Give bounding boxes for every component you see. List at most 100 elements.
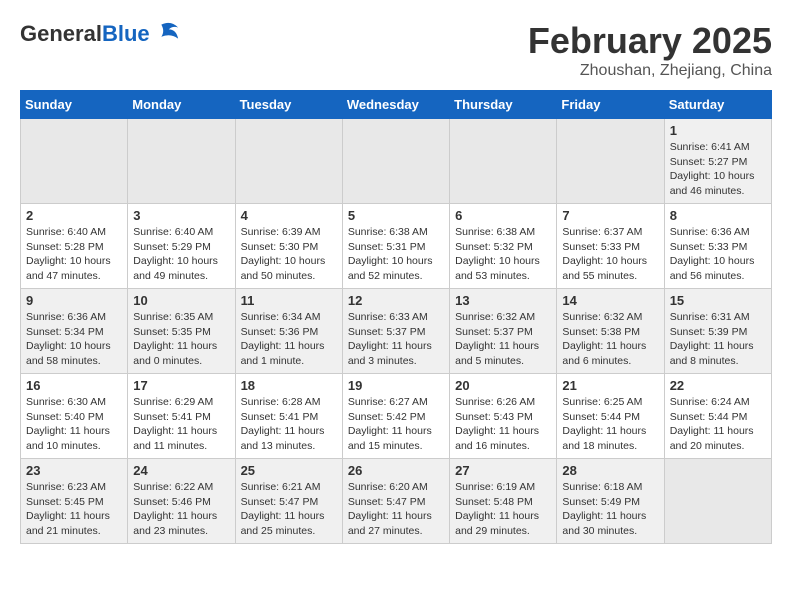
day-number: 13 <box>455 293 551 308</box>
day-number: 28 <box>562 463 658 478</box>
weekday-header-thursday: Thursday <box>450 91 557 119</box>
calendar-day-cell: 18 Sunrise: 6:28 AM Sunset: 5:41 PM Dayli… <box>235 374 342 459</box>
calendar-day-cell: 28 Sunrise: 6:18 AM Sunset: 5:49 PM Dayli… <box>557 459 664 544</box>
day-info: Sunrise: 6:28 AM Sunset: 5:41 PM Dayligh… <box>241 395 337 454</box>
day-info: Sunrise: 6:25 AM Sunset: 5:44 PM Dayligh… <box>562 395 658 454</box>
weekday-header-row: SundayMondayTuesdayWednesdayThursdayFrid… <box>21 91 772 119</box>
day-number: 23 <box>26 463 122 478</box>
calendar-day-cell: 15 Sunrise: 6:31 AM Sunset: 5:39 PM Dayli… <box>664 289 771 374</box>
day-info: Sunrise: 6:34 AM Sunset: 5:36 PM Dayligh… <box>241 310 337 369</box>
logo-icon <box>152 20 180 48</box>
calendar-day-cell: 20 Sunrise: 6:26 AM Sunset: 5:43 PM Dayli… <box>450 374 557 459</box>
day-info: Sunrise: 6:27 AM Sunset: 5:42 PM Dayligh… <box>348 395 444 454</box>
day-info: Sunrise: 6:32 AM Sunset: 5:37 PM Dayligh… <box>455 310 551 369</box>
weekday-header-monday: Monday <box>128 91 235 119</box>
day-number: 8 <box>670 208 766 223</box>
month-year-title: February 2025 <box>528 20 772 62</box>
day-info: Sunrise: 6:19 AM Sunset: 5:48 PM Dayligh… <box>455 480 551 539</box>
day-number: 17 <box>133 378 229 393</box>
day-info: Sunrise: 6:40 AM Sunset: 5:29 PM Dayligh… <box>133 225 229 284</box>
day-number: 16 <box>26 378 122 393</box>
calendar-day-cell: 26 Sunrise: 6:20 AM Sunset: 5:47 PM Dayli… <box>342 459 449 544</box>
day-info: Sunrise: 6:18 AM Sunset: 5:49 PM Dayligh… <box>562 480 658 539</box>
day-info: Sunrise: 6:39 AM Sunset: 5:30 PM Dayligh… <box>241 225 337 284</box>
calendar-day-cell: 9 Sunrise: 6:36 AM Sunset: 5:34 PM Daylig… <box>21 289 128 374</box>
calendar-day-cell: 14 Sunrise: 6:32 AM Sunset: 5:38 PM Dayli… <box>557 289 664 374</box>
day-info: Sunrise: 6:21 AM Sunset: 5:47 PM Dayligh… <box>241 480 337 539</box>
day-number: 7 <box>562 208 658 223</box>
day-info: Sunrise: 6:36 AM Sunset: 5:34 PM Dayligh… <box>26 310 122 369</box>
calendar-day-cell: 3 Sunrise: 6:40 AM Sunset: 5:29 PM Daylig… <box>128 204 235 289</box>
calendar-day-cell: 24 Sunrise: 6:22 AM Sunset: 5:46 PM Dayli… <box>128 459 235 544</box>
day-number: 12 <box>348 293 444 308</box>
calendar-day-cell: 13 Sunrise: 6:32 AM Sunset: 5:37 PM Dayli… <box>450 289 557 374</box>
calendar-week-row: 9 Sunrise: 6:36 AM Sunset: 5:34 PM Daylig… <box>21 289 772 374</box>
day-info: Sunrise: 6:37 AM Sunset: 5:33 PM Dayligh… <box>562 225 658 284</box>
day-info: Sunrise: 6:20 AM Sunset: 5:47 PM Dayligh… <box>348 480 444 539</box>
day-info: Sunrise: 6:26 AM Sunset: 5:43 PM Dayligh… <box>455 395 551 454</box>
calendar-day-cell: 8Sunrise: 6:36 AM Sunset: 5:33 PM Daylig… <box>664 204 771 289</box>
calendar-week-row: 16 Sunrise: 6:30 AM Sunset: 5:40 PM Dayli… <box>21 374 772 459</box>
logo-blue-text: Blue <box>102 21 150 46</box>
calendar-day-cell: 22 Sunrise: 6:24 AM Sunset: 5:44 PM Dayli… <box>664 374 771 459</box>
calendar-day-cell: 2 Sunrise: 6:40 AM Sunset: 5:28 PM Daylig… <box>21 204 128 289</box>
weekday-header-friday: Friday <box>557 91 664 119</box>
calendar-day-cell <box>128 119 235 204</box>
day-number: 3 <box>133 208 229 223</box>
day-number: 18 <box>241 378 337 393</box>
weekday-header-wednesday: Wednesday <box>342 91 449 119</box>
day-number: 5 <box>348 208 444 223</box>
location-subtitle: Zhoushan, Zhejiang, China <box>528 62 772 80</box>
day-number: 24 <box>133 463 229 478</box>
day-number: 22 <box>670 378 766 393</box>
calendar-day-cell: 10 Sunrise: 6:35 AM Sunset: 5:35 PM Dayli… <box>128 289 235 374</box>
calendar-day-cell <box>450 119 557 204</box>
day-number: 26 <box>348 463 444 478</box>
day-number: 15 <box>670 293 766 308</box>
calendar-day-cell: 19 Sunrise: 6:27 AM Sunset: 5:42 PM Dayli… <box>342 374 449 459</box>
day-number: 14 <box>562 293 658 308</box>
day-number: 2 <box>26 208 122 223</box>
day-number: 21 <box>562 378 658 393</box>
day-info: Sunrise: 6:33 AM Sunset: 5:37 PM Dayligh… <box>348 310 444 369</box>
day-info: Sunrise: 6:22 AM Sunset: 5:46 PM Dayligh… <box>133 480 229 539</box>
logo: GeneralBlue <box>20 20 180 48</box>
day-info: Sunrise: 6:31 AM Sunset: 5:39 PM Dayligh… <box>670 310 766 369</box>
calendar-day-cell: 12 Sunrise: 6:33 AM Sunset: 5:37 PM Dayli… <box>342 289 449 374</box>
day-info: Sunrise: 6:32 AM Sunset: 5:38 PM Dayligh… <box>562 310 658 369</box>
calendar-week-row: 23Sunrise: 6:23 AM Sunset: 5:45 PM Dayli… <box>21 459 772 544</box>
logo-general-text: General <box>20 21 102 46</box>
day-info: Sunrise: 6:24 AM Sunset: 5:44 PM Dayligh… <box>670 395 766 454</box>
calendar-day-cell <box>21 119 128 204</box>
day-info: Sunrise: 6:30 AM Sunset: 5:40 PM Dayligh… <box>26 395 122 454</box>
calendar-day-cell <box>235 119 342 204</box>
day-number: 10 <box>133 293 229 308</box>
day-number: 1 <box>670 123 766 138</box>
calendar-day-cell <box>557 119 664 204</box>
day-number: 25 <box>241 463 337 478</box>
weekday-header-tuesday: Tuesday <box>235 91 342 119</box>
calendar-day-cell: 6 Sunrise: 6:38 AM Sunset: 5:32 PM Daylig… <box>450 204 557 289</box>
day-number: 20 <box>455 378 551 393</box>
weekday-header-saturday: Saturday <box>664 91 771 119</box>
day-number: 9 <box>26 293 122 308</box>
day-info: Sunrise: 6:29 AM Sunset: 5:41 PM Dayligh… <box>133 395 229 454</box>
day-info: Sunrise: 6:35 AM Sunset: 5:35 PM Dayligh… <box>133 310 229 369</box>
day-info: Sunrise: 6:41 AM Sunset: 5:27 PM Dayligh… <box>670 140 766 199</box>
calendar-table: SundayMondayTuesdayWednesdayThursdayFrid… <box>20 90 772 544</box>
day-number: 6 <box>455 208 551 223</box>
calendar-day-cell <box>342 119 449 204</box>
calendar-day-cell <box>664 459 771 544</box>
day-number: 4 <box>241 208 337 223</box>
calendar-day-cell: 25 Sunrise: 6:21 AM Sunset: 5:47 PM Dayli… <box>235 459 342 544</box>
calendar-day-cell: 5Sunrise: 6:38 AM Sunset: 5:31 PM Daylig… <box>342 204 449 289</box>
calendar-day-cell: 16 Sunrise: 6:30 AM Sunset: 5:40 PM Dayli… <box>21 374 128 459</box>
calendar-week-row: 2 Sunrise: 6:40 AM Sunset: 5:28 PM Daylig… <box>21 204 772 289</box>
day-info: Sunrise: 6:40 AM Sunset: 5:28 PM Dayligh… <box>26 225 122 284</box>
calendar-day-cell: 17 Sunrise: 6:29 AM Sunset: 5:41 PM Dayli… <box>128 374 235 459</box>
calendar-day-cell: 27Sunrise: 6:19 AM Sunset: 5:48 PM Dayli… <box>450 459 557 544</box>
day-number: 19 <box>348 378 444 393</box>
day-number: 11 <box>241 293 337 308</box>
day-info: Sunrise: 6:38 AM Sunset: 5:32 PM Dayligh… <box>455 225 551 284</box>
calendar-day-cell: 21 Sunrise: 6:25 AM Sunset: 5:44 PM Dayli… <box>557 374 664 459</box>
